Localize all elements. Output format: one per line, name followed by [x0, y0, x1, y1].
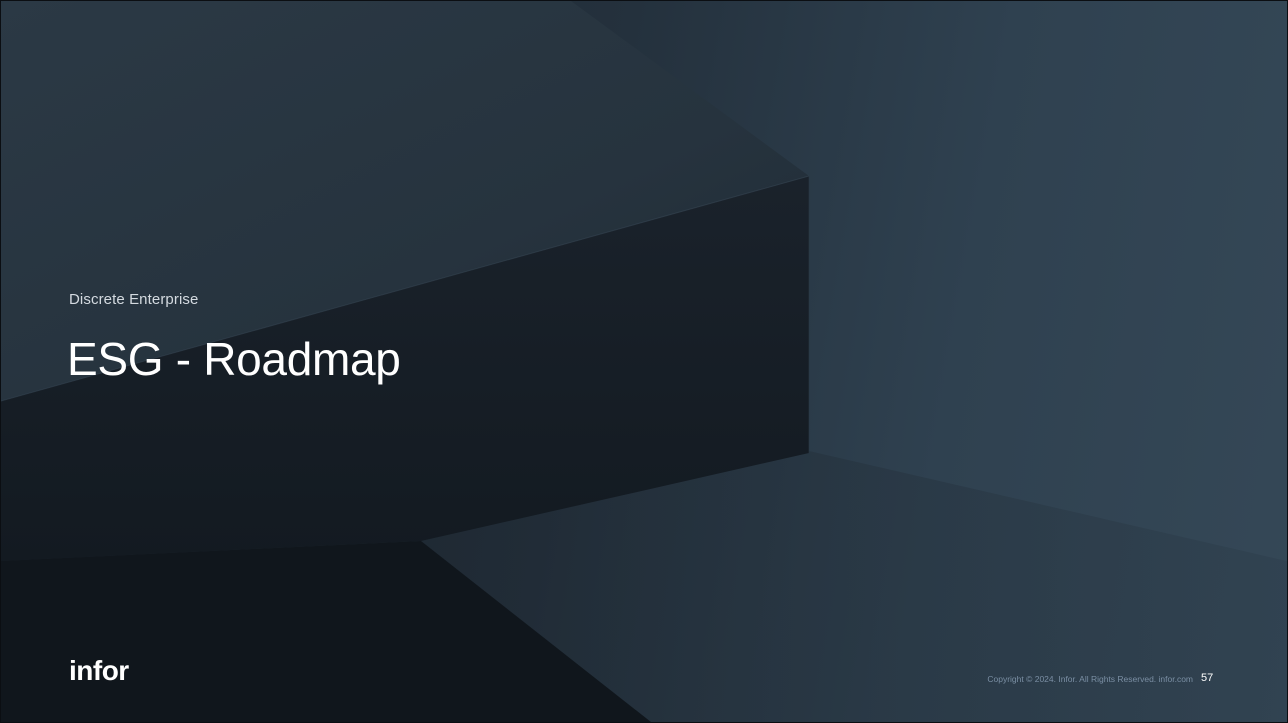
copyright-notice: Copyright © 2024. Infor. All Rights Rese… — [987, 674, 1193, 684]
infor-logo: infor — [69, 655, 129, 686]
section-subtitle: Discrete Enterprise — [69, 291, 199, 308]
page-number: 57 — [1201, 672, 1214, 684]
slide-title: ESG - Roadmap — [67, 333, 401, 385]
title-slide: Discrete Enterprise ESG - Roadmap infor … — [0, 0, 1288, 723]
